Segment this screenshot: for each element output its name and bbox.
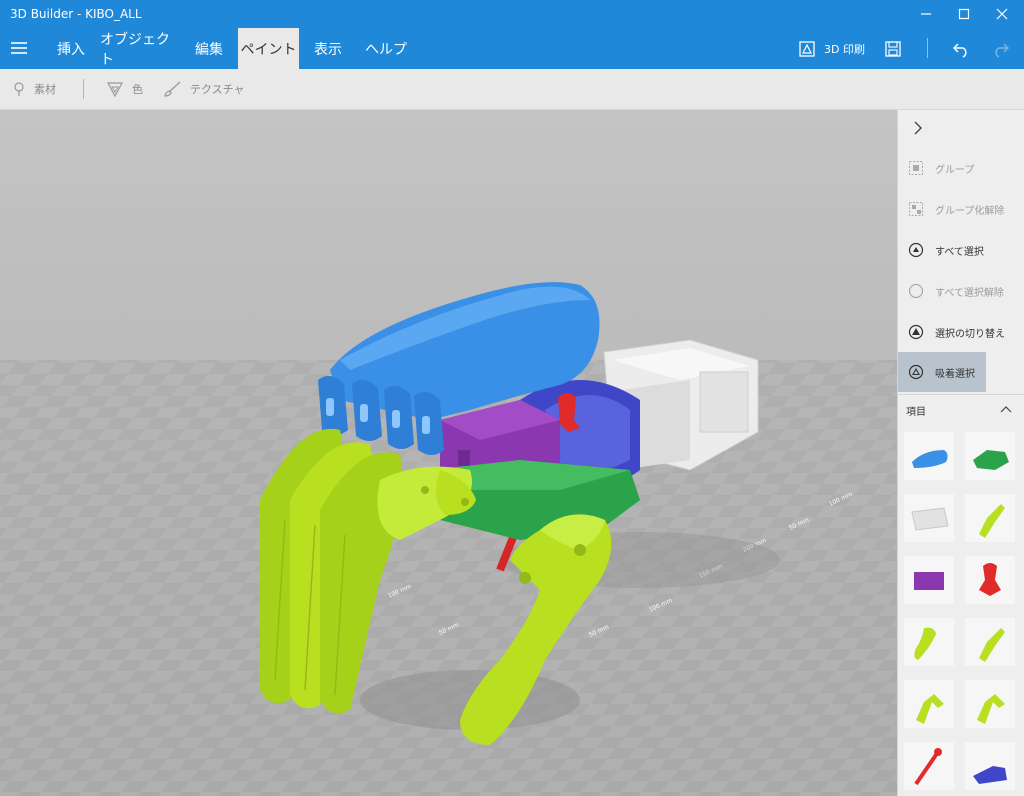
toolbar-separator [83, 79, 84, 99]
undo-button[interactable] [952, 36, 970, 62]
invert-selection-label: 選択の切り替え [935, 329, 1005, 340]
redo-icon [995, 43, 1010, 58]
deselect-all-icon [908, 283, 924, 299]
minimize-icon [921, 13, 931, 15]
deselect-all-label: すべて選択解除 [935, 288, 1004, 299]
menu-bar: 挿入 オブジェクト 編集 ペイント 表示 ヘルプ 3D 印刷 [0, 28, 1024, 69]
maximize-icon [958, 8, 970, 20]
item-thumbnail-purple-servo[interactable] [904, 556, 954, 604]
item-thumbnail-green-base[interactable] [965, 432, 1015, 480]
item-thumbnail-blue-cover[interactable] [904, 432, 954, 480]
maximize-button[interactable] [946, 0, 982, 28]
color-label: 色 [132, 83, 143, 96]
invert-selection-icon [908, 324, 924, 340]
item-thumbnail-red-link[interactable] [904, 742, 954, 790]
items-label: 項目 [906, 407, 926, 418]
item-thumbnail-green-finger-4[interactable] [965, 680, 1015, 728]
close-button[interactable] [984, 0, 1020, 28]
item-thumbnail-green-finger-2[interactable] [965, 618, 1015, 666]
ungroup-icon [909, 202, 923, 216]
color-button[interactable]: 色 [106, 81, 143, 97]
window-title: 3D Builder - KIBO_ALL [10, 7, 142, 21]
tab-object[interactable]: オブジェクト [100, 28, 180, 69]
3d-print-button[interactable]: 3D 印刷 [798, 36, 865, 62]
group-label: グループ [935, 165, 975, 176]
separator [927, 38, 928, 58]
snap-select-icon [908, 364, 924, 380]
item-thumbnail-blue-piece[interactable] [965, 742, 1015, 790]
item-thumbnail-green-finger-1[interactable] [965, 494, 1015, 542]
save-icon [885, 41, 901, 57]
select-all-button[interactable]: すべて選択 [898, 230, 1024, 270]
texture-label: テクスチャ [190, 83, 245, 96]
tab-view[interactable]: 表示 [305, 28, 351, 69]
material-button[interactable]: 素材 [12, 81, 56, 97]
paint-toolbar: 素材 色 テクスチャ [0, 69, 1024, 110]
redo-button[interactable] [992, 36, 1010, 62]
scene: 50 mm 100 mm 50 mm 100 mm 150 mm 200 mm … [0, 110, 897, 796]
tab-help[interactable]: ヘルプ [358, 28, 414, 69]
tab-paint[interactable]: ペイント [238, 28, 299, 69]
minimize-button[interactable] [908, 0, 944, 28]
ungroup-label: グループ化解除 [935, 206, 1005, 217]
hamburger-icon [11, 42, 27, 54]
tab-edit[interactable]: 編集 [184, 28, 234, 69]
item-thumbnail-red-part[interactable] [965, 556, 1015, 604]
material-label: 素材 [34, 83, 56, 96]
side-panel: グループ グループ化解除 すべて選択 すべて選択解除 選択の切り替え 吸着選択 … [897, 110, 1024, 796]
close-icon [996, 8, 1008, 20]
select-all-label: すべて選択 [935, 247, 984, 258]
title-bar: 3D Builder - KIBO_ALL [0, 0, 1024, 28]
item-thumbnail-green-finger-3[interactable] [904, 680, 954, 728]
color-icon [106, 82, 124, 97]
ungroup-button[interactable]: グループ化解除 [898, 189, 1024, 229]
3d-viewport[interactable]: 50 mm 100 mm 50 mm 100 mm 150 mm 200 mm … [0, 110, 897, 796]
print-3d-icon [799, 41, 815, 57]
item-thumbnail-green-thumb[interactable] [904, 618, 954, 666]
deselect-all-button[interactable]: すべて選択解除 [898, 271, 1024, 311]
material-icon [14, 82, 24, 96]
chevron-up-icon [1000, 406, 1012, 413]
invert-selection-button[interactable]: 選択の切り替え [898, 312, 1024, 352]
items-header[interactable]: 項目 [898, 394, 1024, 421]
tab-insert[interactable]: 挿入 [46, 28, 96, 69]
item-thumbnail-white-wrist[interactable] [904, 494, 954, 542]
hamburger-menu-button[interactable] [10, 40, 28, 56]
snap-select-button[interactable]: 吸着選択 [898, 352, 986, 392]
group-button[interactable]: グループ [898, 148, 1024, 188]
texture-button[interactable]: テクスチャ [164, 81, 245, 97]
collapse-panel-button[interactable] [910, 120, 926, 136]
snap-select-label: 吸着選択 [935, 369, 975, 380]
group-icon [909, 161, 923, 175]
brush-icon [164, 81, 181, 97]
select-all-icon [908, 242, 924, 258]
3d-print-label: 3D 印刷 [824, 43, 865, 56]
undo-icon [952, 43, 967, 58]
save-button[interactable] [884, 36, 902, 62]
chevron-right-icon [914, 121, 922, 135]
